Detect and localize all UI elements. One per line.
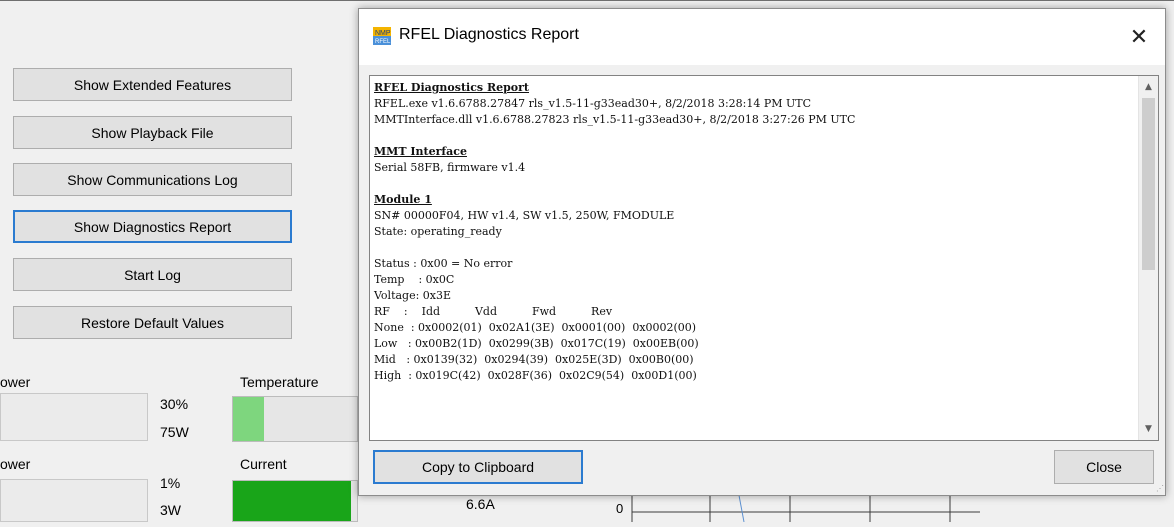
start-log-button[interactable]: Start Log	[13, 258, 292, 291]
dialog-titlebar[interactable]: NMP RFEL RFEL Diagnostics Report ✕	[359, 9, 1165, 65]
temperature-label: Temperature	[240, 374, 319, 390]
report-line: MMTInterface.dll v1.6.6788.27823 rls_v1.…	[374, 113, 856, 126]
report-textbox[interactable]: RFEL Diagnostics Report RFEL.exe v1.6.67…	[369, 75, 1159, 441]
power-gauge-2	[0, 479, 148, 522]
power-label: ower	[0, 374, 31, 390]
show-extended-features-button[interactable]: Show Extended Features	[13, 68, 292, 101]
scroll-up-icon[interactable]: ▲	[1139, 78, 1158, 96]
report-content: RFEL Diagnostics Report RFEL.exe v1.6.67…	[374, 80, 1136, 440]
app-logo-icon: NMP RFEL	[373, 27, 391, 45]
show-communications-log-button[interactable]: Show Communications Log	[13, 163, 292, 196]
current-bar	[232, 480, 358, 522]
chart-zero-label: 0	[616, 501, 624, 516]
show-diagnostics-report-button[interactable]: Show Diagnostics Report	[13, 210, 292, 243]
svg-text:RFEL: RFEL	[375, 39, 391, 45]
power2-percent: 1%	[160, 475, 181, 491]
close-icon[interactable]: ✕	[1121, 19, 1157, 55]
section-mmt-interface-title: MMT Interface	[374, 145, 467, 158]
section-module-title: Module 1	[374, 193, 432, 206]
top-divider	[0, 0, 1174, 1]
svg-text:NMP: NMP	[375, 30, 391, 37]
report-line: Low : 0x00B2(1D) 0x0299(3B) 0x017C(19) 0…	[374, 337, 699, 350]
report-heading: RFEL Diagnostics Report	[374, 81, 529, 94]
report-line: Temp : 0x0C	[374, 273, 455, 286]
copy-to-clipboard-button[interactable]: Copy to Clipboard	[373, 450, 583, 484]
report-line: State: operating_ready	[374, 225, 502, 238]
report-line: Status : 0x00 = No error	[374, 257, 513, 270]
report-scrollbar[interactable]: ▲ ▼	[1138, 76, 1158, 440]
power-watts: 75W	[160, 424, 189, 440]
report-line: RF : Idd Vdd Fwd Rev	[374, 305, 613, 318]
report-line: High : 0x019C(42) 0x028F(36) 0x02C9(54) …	[374, 369, 697, 382]
dialog-title: RFEL Diagnostics Report	[399, 26, 579, 43]
power-label-2: ower	[0, 456, 31, 472]
temperature-bar-fill	[233, 397, 264, 441]
report-line: None : 0x0002(01) 0x02A1(3E) 0x0001(00) …	[374, 321, 697, 334]
report-line: Mid : 0x0139(32) 0x0294(39) 0x025E(3D) 0…	[374, 353, 694, 366]
resize-grip-icon[interactable]: ⋰	[1156, 484, 1164, 493]
current-bar-fill	[233, 481, 351, 521]
temperature-bar	[232, 396, 358, 442]
report-line: RFEL.exe v1.6.6788.27847 rls_v1.5-11-g33…	[374, 97, 812, 110]
scrollbar-thumb[interactable]	[1142, 98, 1155, 270]
report-line: Voltage: 0x3E	[374, 289, 452, 302]
power-percent: 30%	[160, 396, 189, 412]
current-value: 6.6A	[466, 496, 495, 512]
diagnostics-dialog: NMP RFEL RFEL Diagnostics Report ✕ RFEL …	[358, 8, 1166, 496]
close-button[interactable]: Close	[1054, 450, 1154, 484]
show-playback-file-button[interactable]: Show Playback File	[13, 116, 292, 149]
report-line: SN# 00000F04, HW v1.4, SW v1.5, 250W, FM…	[374, 209, 675, 222]
report-line: Serial 58FB, firmware v1.4	[374, 161, 526, 174]
restore-default-values-button[interactable]: Restore Default Values	[13, 306, 292, 339]
scroll-down-icon[interactable]: ▼	[1139, 420, 1158, 438]
power2-watts: 3W	[160, 502, 181, 518]
power-gauge	[0, 393, 148, 441]
current-label: Current	[240, 456, 287, 472]
